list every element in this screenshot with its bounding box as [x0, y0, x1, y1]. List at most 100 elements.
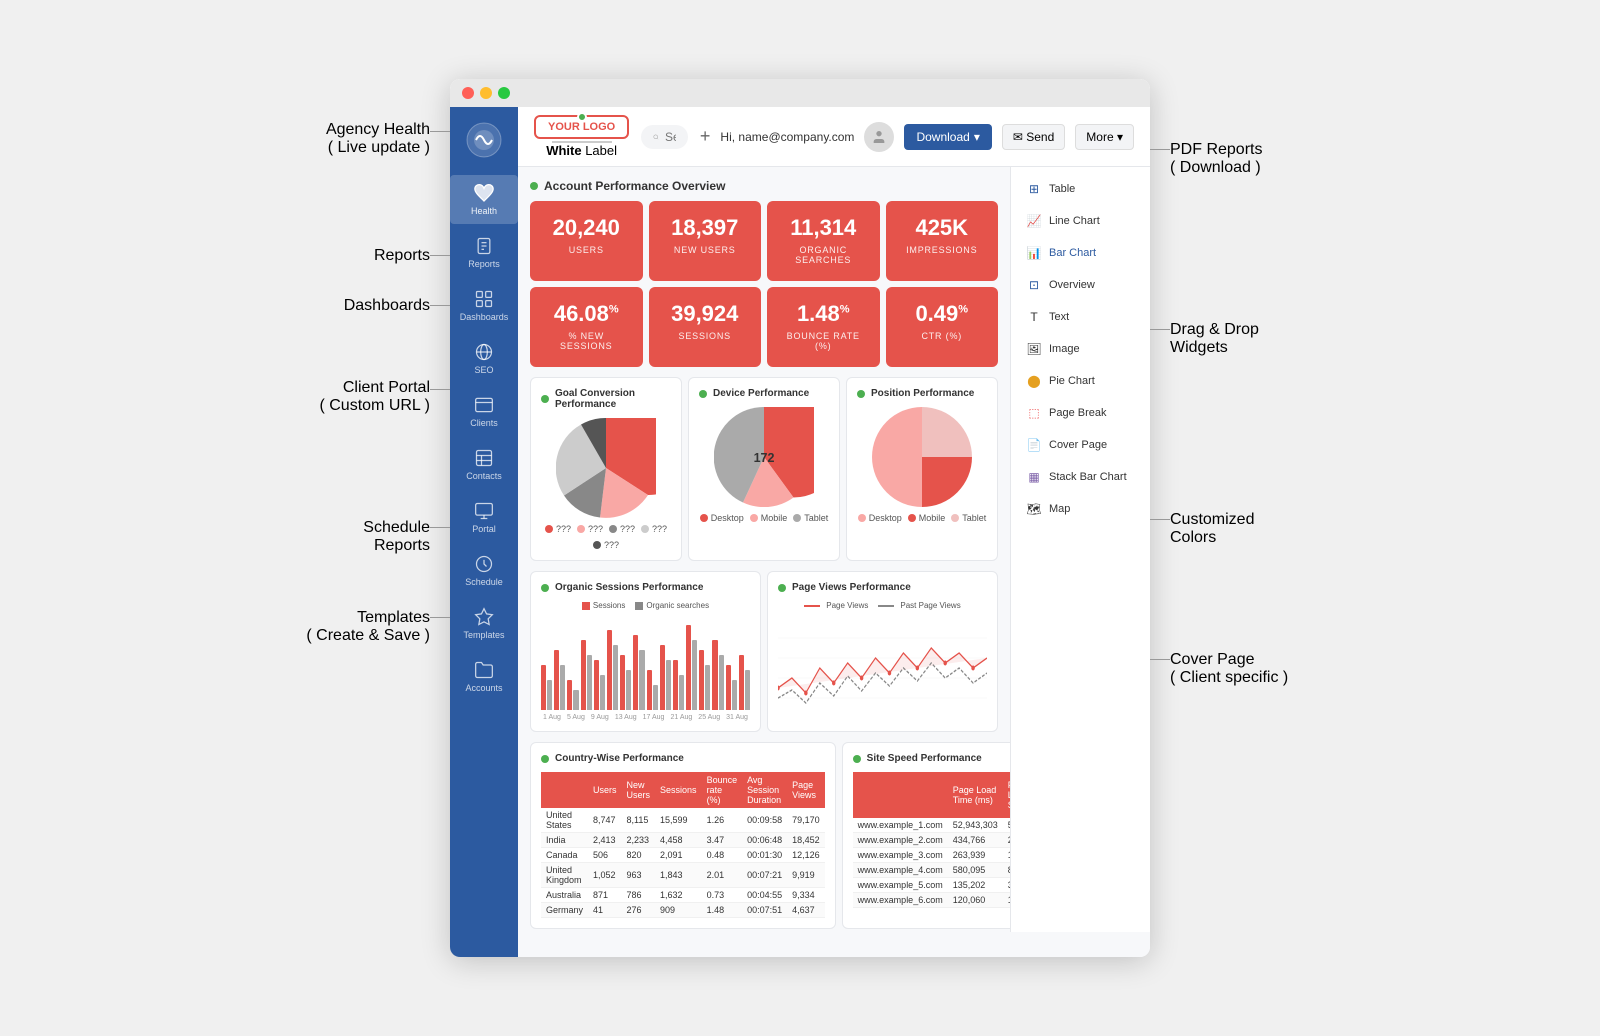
legend-item-2: ???	[577, 524, 603, 534]
sidebar-item-portal[interactable]: Portal	[450, 493, 518, 542]
table-row: Germany412769091.4800:07:514,637	[541, 903, 825, 918]
goal-conv-dot	[541, 395, 549, 403]
bar-chart-axis: 1 Aug5 Aug9 Aug13 Aug17 Aug21 Aug25 Aug3…	[541, 714, 750, 721]
schedule-annotation: Schedule Reports	[363, 519, 430, 555]
table-row: United Kingdom1,0529631,8432.0100:07:219…	[541, 863, 825, 888]
text-icon: T	[1025, 308, 1043, 326]
download-button[interactable]: Download ▾	[904, 124, 991, 150]
search-input[interactable]	[665, 130, 676, 144]
add-button[interactable]: +	[700, 126, 711, 147]
col-url	[853, 772, 948, 818]
organic-bar	[560, 665, 565, 710]
metric-impressions-value: 425K	[898, 217, 987, 239]
bar-group	[647, 670, 658, 710]
image-icon: 🖼	[1025, 340, 1043, 358]
sidebar-item-accounts[interactable]: Accounts	[450, 652, 518, 701]
goal-conversion-card: Goal Conversion Performance	[530, 377, 682, 561]
table-row: www.example_6.com120,06016076	[853, 893, 1010, 908]
goal-conv-title-row: Goal Conversion Performance	[541, 388, 671, 410]
device-perf-card: Device Performance	[688, 377, 840, 561]
table-row: India2,4132,2334,4583.4700:06:4818,452	[541, 833, 825, 848]
report-content: Account Performance Overview 20,240 USER…	[518, 167, 1010, 932]
line-chart-icon: 📈	[1025, 212, 1043, 230]
table-row: www.example_1.com52,943,3035,348349,7275…	[853, 818, 1010, 833]
table-row: www.example_3.com263,9391419554	[853, 848, 1010, 863]
bar-chart-area	[541, 614, 750, 714]
device-perf-dot	[699, 390, 707, 398]
organic-sessions-title-row: Organic Sessions Performance	[541, 582, 750, 593]
position-perf-title: Position Performance	[871, 388, 974, 399]
bar-group	[699, 650, 710, 710]
device-perf-title: Device Performance	[713, 388, 809, 399]
widget-bar-chart[interactable]: 📊 Bar Chart	[1019, 239, 1142, 267]
send-icon: ✉	[1013, 130, 1023, 144]
position-legend: Desktop Mobile Tablet	[858, 513, 987, 523]
your-logo-box: YOUR LOGO	[534, 115, 629, 139]
col-page-views: Page Views	[787, 772, 825, 808]
position-legend-mobile: Mobile	[908, 513, 946, 523]
widget-text[interactable]: T Text	[1019, 303, 1142, 331]
topbar: YOUR LOGO White Label	[518, 107, 1150, 167]
country-perf-card: Country-Wise Performance Users New Users	[530, 742, 836, 929]
widget-map[interactable]: 🗺 Map	[1019, 495, 1142, 523]
drag-drop-annotation: Drag & Drop Widgets	[1170, 321, 1259, 357]
widget-pie-chart[interactable]: ⬤ Pie Chart	[1019, 367, 1142, 395]
metric-users: 20,240 USERS	[530, 201, 643, 281]
bar-group	[594, 660, 605, 710]
organic-sessions-dot	[541, 584, 549, 592]
site-speed-title: Site Speed Performance	[867, 753, 982, 764]
sidebar-item-clients[interactable]: Clients	[450, 387, 518, 436]
sessions-bar	[594, 660, 599, 710]
metric-users-value: 20,240	[542, 217, 631, 239]
more-button[interactable]: More ▾	[1075, 124, 1134, 150]
send-button[interactable]: ✉ Send	[1002, 124, 1065, 150]
sidebar-item-schedule[interactable]: Schedule	[450, 546, 518, 595]
site-speed-title-row: Site Speed Performance	[853, 753, 1010, 764]
organic-bar	[573, 690, 578, 710]
page-views-card: Page Views Performance Page Views	[767, 571, 998, 732]
sessions-bar	[673, 660, 678, 710]
widget-page-break[interactable]: ⬚ Page Break	[1019, 399, 1142, 427]
organic-bar	[547, 680, 552, 710]
sessions-bar	[581, 640, 586, 710]
sidebar-item-reports[interactable]: Reports	[450, 228, 518, 277]
maximize-dot[interactable]	[498, 87, 510, 99]
sessions-row: Organic Sessions Performance Sessions	[530, 571, 998, 732]
bar-group	[581, 640, 592, 710]
metric-bounce-rate: 1.48% BOUNCE RATE (%)	[767, 287, 880, 367]
bar-group	[620, 655, 631, 710]
sidebar-item-health[interactable]: Health	[450, 175, 518, 224]
bar-group	[673, 660, 684, 710]
widget-stack-bar[interactable]: ▦ Stack Bar Chart	[1019, 463, 1142, 491]
sidebar-item-dashboards[interactable]: Dashboards	[450, 281, 518, 330]
country-perf-title-row: Country-Wise Performance	[541, 753, 825, 764]
search-box[interactable]	[641, 125, 688, 149]
avatar-icon	[871, 129, 887, 145]
sidebar-item-templates[interactable]: Templates	[450, 599, 518, 648]
sidebar-item-contacts[interactable]: Contacts	[450, 440, 518, 489]
widget-overview[interactable]: ⊡ Overview	[1019, 271, 1142, 299]
col-users: Users	[588, 772, 622, 808]
widget-table[interactable]: ⊞ Table	[1019, 175, 1142, 203]
site-speed-card: Site Speed Performance Page Load Time (m…	[842, 742, 1010, 929]
client-portal-annotation: Client Portal ( Custom URL )	[319, 379, 430, 415]
sidebar-logo	[461, 117, 507, 163]
widget-line-chart[interactable]: 📈 Line Chart	[1019, 207, 1142, 235]
charts-row: Goal Conversion Performance	[530, 377, 998, 561]
position-chart: Desktop Mobile Tablet	[857, 407, 987, 523]
widget-cover-page[interactable]: 📄 Cover Page	[1019, 431, 1142, 459]
device-perf-title-row: Device Performance	[699, 388, 829, 399]
sidebar-item-seo[interactable]: SEO	[450, 334, 518, 383]
close-dot[interactable]	[462, 87, 474, 99]
minimize-dot[interactable]	[480, 87, 492, 99]
bottom-tables-row: Country-Wise Performance Users New Users	[530, 742, 998, 929]
organic-bar	[745, 670, 750, 710]
agency-health-annotation: Agency Health ( Live update )	[326, 121, 430, 157]
topbar-right: + Hi, name@company.com Download ▾	[700, 122, 1134, 152]
sessions-bar	[620, 655, 625, 710]
section-dot	[530, 182, 538, 190]
position-legend-desktop: Desktop	[858, 513, 902, 523]
sessions-legend-sessions: Sessions	[582, 601, 625, 610]
widget-image[interactable]: 🖼 Image	[1019, 335, 1142, 363]
logo-text: YOUR LOGO	[548, 121, 615, 133]
